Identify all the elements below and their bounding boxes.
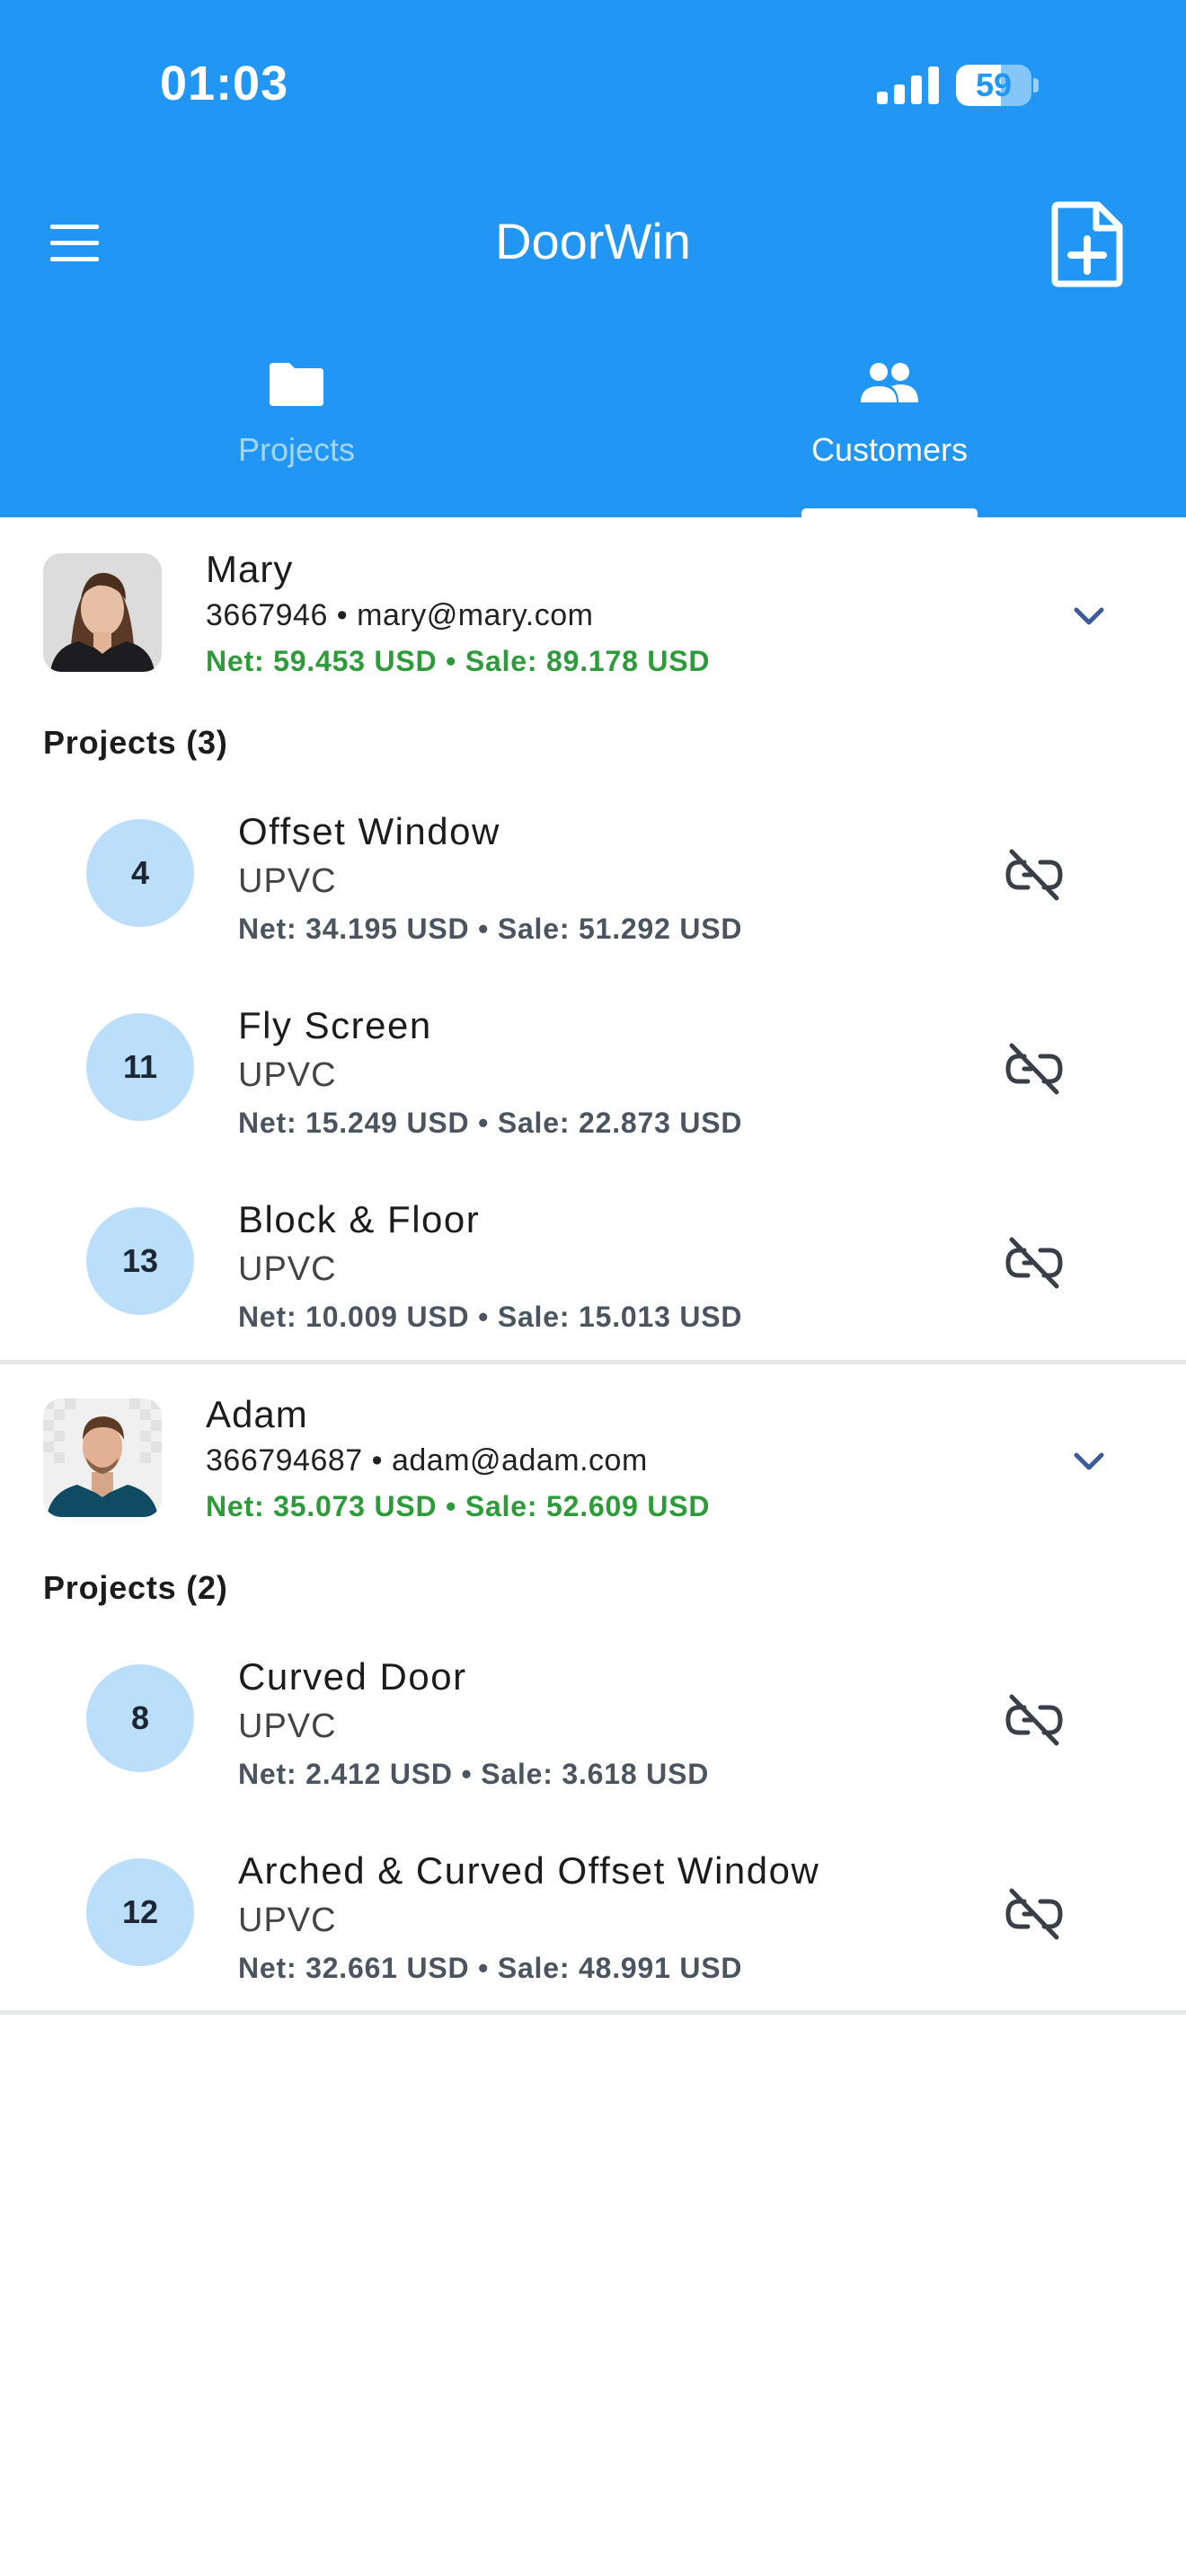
unlink-icon[interactable] (1005, 848, 1064, 902)
project-item[interactable]: 4 Offset Window UPVC Net: 34.195 USD • S… (0, 785, 1186, 979)
folder-icon (270, 363, 323, 406)
battery-level: 59 (975, 66, 1013, 103)
customer-contact: 366794687 • adam@adam.com (206, 1443, 648, 1478)
project-name: Offset Window (238, 810, 500, 852)
project-totals: Net: 10.009 USD • Sale: 15.013 USD (238, 1301, 743, 1333)
divider (0, 2010, 1186, 2015)
tab-customers[interactable]: Customers (593, 359, 1186, 517)
project-item[interactable]: 13 Block & Floor UPVC Net: 10.009 USD • … (0, 1173, 1186, 1367)
project-name: Arched & Curved Offset Window (238, 1849, 820, 1892)
project-material: UPVC (238, 1250, 337, 1288)
customer-header[interactable]: Mary 3667946 • mary@mary.com Net: 59.453… (0, 517, 1186, 677)
project-item[interactable]: 8 Curved Door UPVC Net: 2.412 USD • Sale… (0, 1630, 1186, 1824)
project-material: UPVC (238, 862, 337, 900)
project-number-badge: 8 (86, 1664, 194, 1772)
avatar (43, 553, 162, 672)
avatar (43, 1398, 162, 1517)
project-totals: Net: 32.661 USD • Sale: 48.991 USD (238, 1952, 743, 1984)
customer-contact: 3667946 • mary@mary.com (206, 598, 594, 632)
add-document-icon[interactable] (1051, 201, 1123, 287)
tab-indicator (801, 508, 978, 517)
people-icon (861, 363, 918, 402)
chevron-down-icon[interactable] (1067, 595, 1111, 638)
customer-totals: Net: 59.453 USD • Sale: 89.178 USD (206, 645, 711, 677)
project-number-badge: 4 (86, 819, 194, 927)
tab-projects[interactable]: Projects (0, 359, 593, 517)
project-material: UPVC (238, 1707, 337, 1745)
tab-customers-label: Customers (810, 431, 969, 468)
project-totals: Net: 34.195 USD • Sale: 51.292 USD (238, 913, 743, 945)
customer-name: Adam (206, 1393, 308, 1435)
customer-totals: Net: 35.073 USD • Sale: 52.609 USD (206, 1490, 711, 1522)
project-material: UPVC (238, 1056, 337, 1094)
battery-icon: 59 (956, 65, 1039, 106)
project-totals: Net: 2.412 USD • Sale: 3.618 USD (238, 1758, 710, 1790)
project-name: Curved Door (238, 1655, 467, 1698)
project-totals: Net: 15.249 USD • Sale: 22.873 USD (238, 1107, 743, 1139)
projects-heading: Projects (2) (43, 1569, 228, 1606)
customer-name: Mary (206, 548, 294, 590)
status-time: 01:03 (160, 57, 289, 110)
project-name: Block & Floor (238, 1198, 481, 1240)
tab-projects-label: Projects (237, 431, 356, 468)
app-title: DoorWin (495, 213, 691, 269)
project-item[interactable]: 11 Fly Screen UPVC Net: 15.249 USD • Sal… (0, 979, 1186, 1173)
unlink-icon[interactable] (1005, 1887, 1064, 1941)
project-item[interactable]: 12 Arched & Curved Offset Window UPVC Ne… (0, 1824, 1186, 2018)
project-number-badge: 13 (86, 1207, 194, 1315)
cellular-signal-icon (877, 66, 939, 104)
chevron-down-icon[interactable] (1067, 1440, 1111, 1483)
app-bar: 01:03 59 DoorWin Projects Customers (0, 0, 1186, 517)
project-number-badge: 11 (86, 1013, 194, 1121)
unlink-icon[interactable] (1005, 1236, 1064, 1290)
project-material: UPVC (238, 1901, 337, 1939)
unlink-icon[interactable] (1005, 1693, 1064, 1747)
project-name: Fly Screen (238, 1004, 432, 1046)
customer-header[interactable]: Adam 366794687 • adam@adam.com Net: 35.0… (0, 1363, 1186, 1522)
project-number-badge: 12 (86, 1858, 194, 1966)
unlink-icon[interactable] (1005, 1042, 1064, 1096)
projects-heading: Projects (3) (43, 724, 228, 761)
